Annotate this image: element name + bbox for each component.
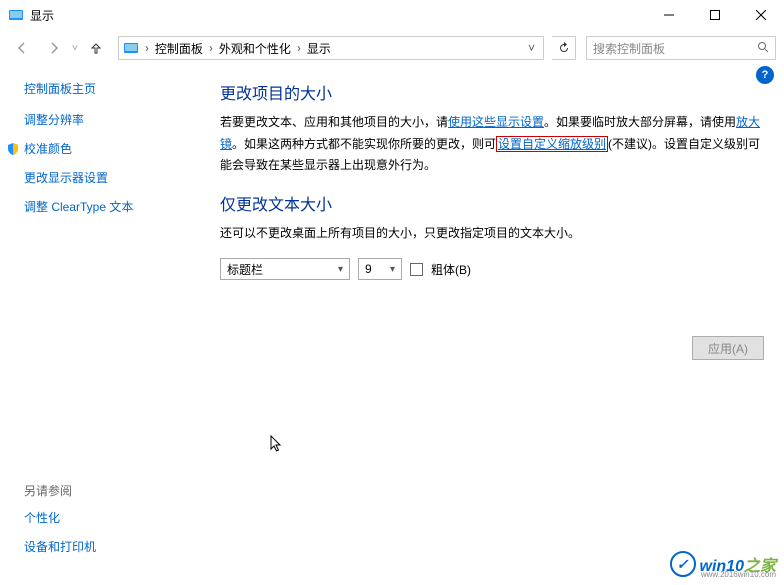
heading-resize: 更改项目的大小: [220, 80, 764, 104]
back-button[interactable]: [8, 34, 36, 62]
size-select-value: 9: [365, 262, 382, 276]
maximize-button[interactable]: [692, 0, 738, 30]
sidebar-home-link[interactable]: 控制面板主页: [24, 80, 200, 97]
watermark-logo-icon: ✓: [670, 551, 696, 577]
history-dropdown-icon[interactable]: ˅: [72, 43, 78, 54]
search-placeholder: 搜索控制面板: [593, 40, 757, 57]
minimize-button[interactable]: [646, 0, 692, 30]
content-pane: ? 更改项目的大小 若要更改文本、应用和其他项目的大小，请使用这些显示设置。如果…: [200, 66, 784, 585]
breadcrumb-root[interactable]: 控制面板: [151, 40, 207, 57]
search-icon: [757, 41, 769, 56]
breadcrumb-page[interactable]: 显示: [303, 40, 335, 57]
bold-label: 粗体(B): [431, 261, 471, 278]
see-also-devices[interactable]: 设备和打印机: [24, 538, 96, 555]
address-bar[interactable]: › 控制面板 › 外观和个性化 › 显示 ˅: [118, 36, 544, 60]
forward-button[interactable]: [40, 34, 68, 62]
heading-textsize: 仅更改文本大小: [220, 191, 764, 215]
help-icon[interactable]: ?: [756, 66, 774, 84]
text-size-controls: 标题栏 ▾ 9 ▾ 粗体(B): [220, 258, 764, 280]
chevron-down-icon: ▾: [390, 264, 395, 275]
app-icon: [8, 7, 24, 23]
sidebar-link-cleartype[interactable]: 调整 ClearType 文本: [24, 198, 200, 215]
size-select[interactable]: 9 ▾: [358, 258, 402, 280]
sidebar-link-label: 校准颜色: [24, 140, 72, 157]
sidebar-link-calibrate[interactable]: 校准颜色: [24, 140, 200, 157]
see-also-personalization[interactable]: 个性化: [24, 509, 96, 526]
window-controls: [646, 0, 784, 30]
up-button[interactable]: [82, 34, 110, 62]
chevron-right-icon[interactable]: ›: [207, 41, 215, 55]
paragraph-resize: 若要更改文本、应用和其他项目的大小，请使用这些显示设置。如果要临时放大部分屏幕，…: [220, 112, 764, 177]
monitor-icon: [123, 40, 139, 56]
chevron-right-icon[interactable]: ›: [295, 41, 303, 55]
body-area: 控制面板主页 调整分辨率 校准颜色 更改显示器设置 调整 ClearType 文…: [0, 66, 784, 585]
bold-checkbox[interactable]: [410, 263, 423, 276]
breadcrumb-category[interactable]: 外观和个性化: [215, 40, 295, 57]
sidebar-link-resolution[interactable]: 调整分辨率: [24, 111, 200, 128]
apply-button-label: 应用(A): [708, 340, 748, 357]
item-select-value: 标题栏: [227, 261, 330, 278]
refresh-button[interactable]: [552, 36, 576, 60]
chevron-down-icon: ▾: [338, 264, 343, 275]
window-title: 显示: [30, 7, 54, 24]
address-dropdown-icon[interactable]: ˅: [524, 41, 539, 55]
close-button[interactable]: [738, 0, 784, 30]
sidebar: 控制面板主页 调整分辨率 校准颜色 更改显示器设置 调整 ClearType 文…: [0, 66, 200, 585]
watermark: ✓ win10之家 www.2016win10.com: [670, 551, 776, 577]
sidebar-link-display-settings[interactable]: 更改显示器设置: [24, 169, 200, 186]
see-also-section: 另请参阅 个性化 设备和打印机: [24, 482, 96, 567]
apply-button[interactable]: 应用(A): [692, 336, 764, 360]
item-select[interactable]: 标题栏 ▾: [220, 258, 350, 280]
link-display-settings[interactable]: 使用这些显示设置: [448, 115, 544, 129]
chevron-right-icon[interactable]: ›: [143, 41, 151, 55]
titlebar: 显示: [0, 0, 784, 30]
watermark-url: www.2016win10.com: [701, 570, 776, 579]
paragraph-textsize: 还可以不更改桌面上所有项目的大小，只更改指定项目的文本大小。: [220, 223, 764, 245]
see-also-header: 另请参阅: [24, 482, 96, 499]
link-custom-scaling[interactable]: 设置自定义缩放级别: [496, 136, 608, 152]
search-input[interactable]: 搜索控制面板: [586, 36, 776, 60]
navbar: ˅ › 控制面板 › 外观和个性化 › 显示 ˅ 搜索控制面板: [0, 30, 784, 66]
shield-icon: [6, 142, 20, 156]
